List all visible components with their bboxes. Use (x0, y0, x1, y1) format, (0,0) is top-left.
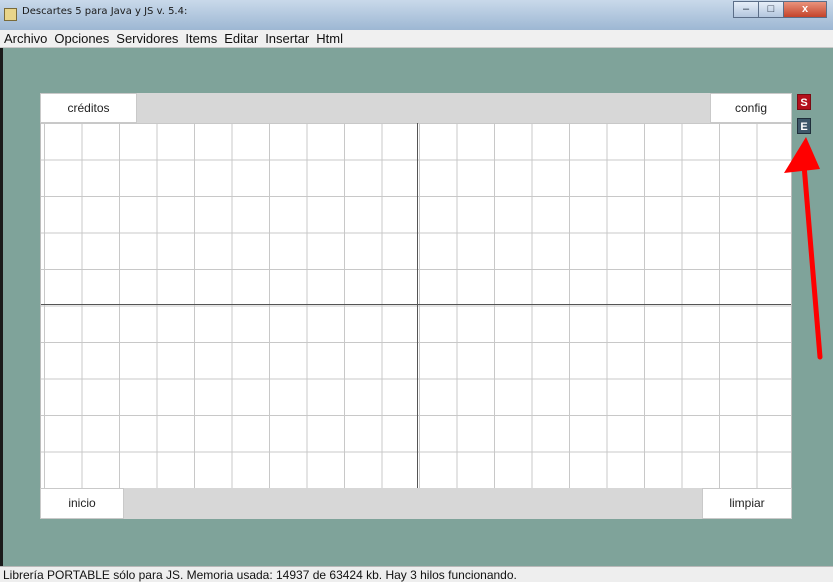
window-title: Descartes 5 para Java y JS v. 5.4: (22, 6, 188, 17)
cartesian-grid[interactable] (40, 123, 792, 488)
config-button[interactable]: config (710, 93, 792, 123)
menu-bar: Archivo Opciones Servidores Items Editar… (0, 30, 833, 48)
maximize-icon[interactable]: □ (758, 1, 784, 18)
menu-servidores[interactable]: Servidores (116, 31, 178, 46)
menu-archivo[interactable]: Archivo (4, 31, 47, 46)
menu-html[interactable]: Html (316, 31, 343, 46)
menu-insertar[interactable]: Insertar (265, 31, 309, 46)
bottom-button-bar: inicio limpiar (40, 488, 792, 519)
window-controls: – □ x (733, 1, 827, 19)
creditos-button[interactable]: créditos (40, 93, 137, 123)
close-icon[interactable]: x (783, 1, 827, 18)
red-arrow-annotation (784, 137, 823, 360)
arrow-shaft (801, 162, 823, 360)
title-bar: Descartes 5 para Java y JS v. 5.4: – □ x (0, 0, 833, 31)
status-bar: Librería PORTABLE sólo para JS. Memoria … (0, 566, 833, 582)
minimize-icon[interactable]: – (733, 1, 759, 18)
app-icon (4, 8, 17, 21)
left-edge (0, 48, 3, 566)
menu-items[interactable]: Items (185, 31, 217, 46)
menu-opciones[interactable]: Opciones (54, 31, 109, 46)
s-button[interactable]: S (797, 94, 811, 110)
top-button-bar: créditos config (40, 93, 792, 123)
menu-editar[interactable]: Editar (224, 31, 258, 46)
limpiar-button[interactable]: limpiar (702, 488, 792, 519)
inicio-button[interactable]: inicio (40, 488, 124, 519)
y-axis (417, 123, 418, 488)
x-axis (41, 304, 791, 305)
